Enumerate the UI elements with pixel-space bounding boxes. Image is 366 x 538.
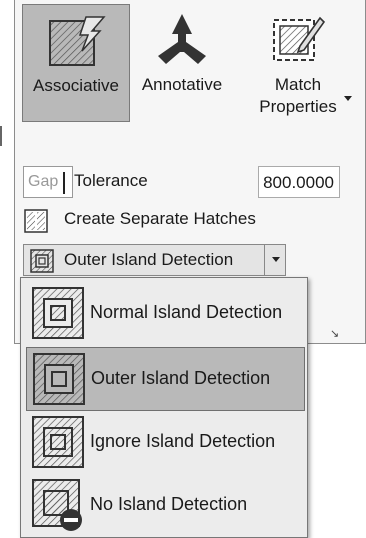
gap-input-text: Gap: [28, 173, 59, 190]
normal-island-icon: [32, 287, 84, 339]
match-properties-label-line1: Match: [274, 75, 322, 94]
menu-item-ignore-island[interactable]: Ignore Island Detection: [26, 411, 303, 473]
menu-item-no-island[interactable]: No Island Detection: [26, 474, 303, 536]
dropdown-arrow-button[interactable]: [264, 245, 286, 275]
menu-item-label: Outer Island Detection: [91, 368, 271, 388]
tolerance-label: Tolerance: [74, 171, 148, 190]
island-detection-dropdown[interactable]: Outer Island Detection: [23, 244, 286, 276]
hatch-associative-icon: [49, 16, 106, 66]
caret-down-icon[interactable]: [344, 96, 352, 102]
menu-item-normal-island[interactable]: Normal Island Detection: [26, 282, 303, 344]
ribbon-edge-grip: [0, 126, 9, 146]
annotative-label: Annotative: [141, 75, 223, 94]
annotative-button[interactable]: Annotative: [134, 4, 230, 122]
create-separate-hatches-button[interactable]: Create Separate Hatches: [24, 206, 344, 236]
separate-hatches-icon: [24, 209, 48, 233]
associative-label: Associative: [33, 76, 119, 95]
annotative-icon: [158, 14, 206, 64]
match-properties-button[interactable]: Match Properties: [240, 4, 356, 122]
gap-tolerance-input[interactable]: Gap: [23, 166, 73, 198]
match-properties-icon: [273, 16, 326, 61]
outer-island-icon: [30, 249, 54, 273]
menu-item-outer-island[interactable]: Outer Island Detection: [26, 347, 305, 411]
island-detection-selected-label: Outer Island Detection: [64, 250, 234, 269]
create-separate-hatches-label: Create Separate Hatches: [64, 209, 256, 228]
tolerance-value-field[interactable]: 800.0000: [258, 166, 340, 198]
panel-dialog-launcher-icon[interactable]: ↘: [330, 327, 344, 341]
match-properties-label-line2: Properties: [259, 97, 337, 116]
ignore-island-icon: [32, 416, 84, 468]
associative-button[interactable]: Associative: [22, 4, 130, 122]
menu-item-label: Ignore Island Detection: [90, 431, 276, 451]
menu-item-label: Normal Island Detection: [90, 302, 283, 322]
menu-item-label: No Island Detection: [90, 494, 248, 514]
no-island-icon: [32, 479, 82, 531]
outer-island-icon: [33, 353, 85, 405]
island-detection-menu: Normal Island Detection Outer Island Det…: [20, 277, 308, 538]
text-caret: [63, 172, 65, 194]
chevron-down-icon: [272, 257, 280, 262]
